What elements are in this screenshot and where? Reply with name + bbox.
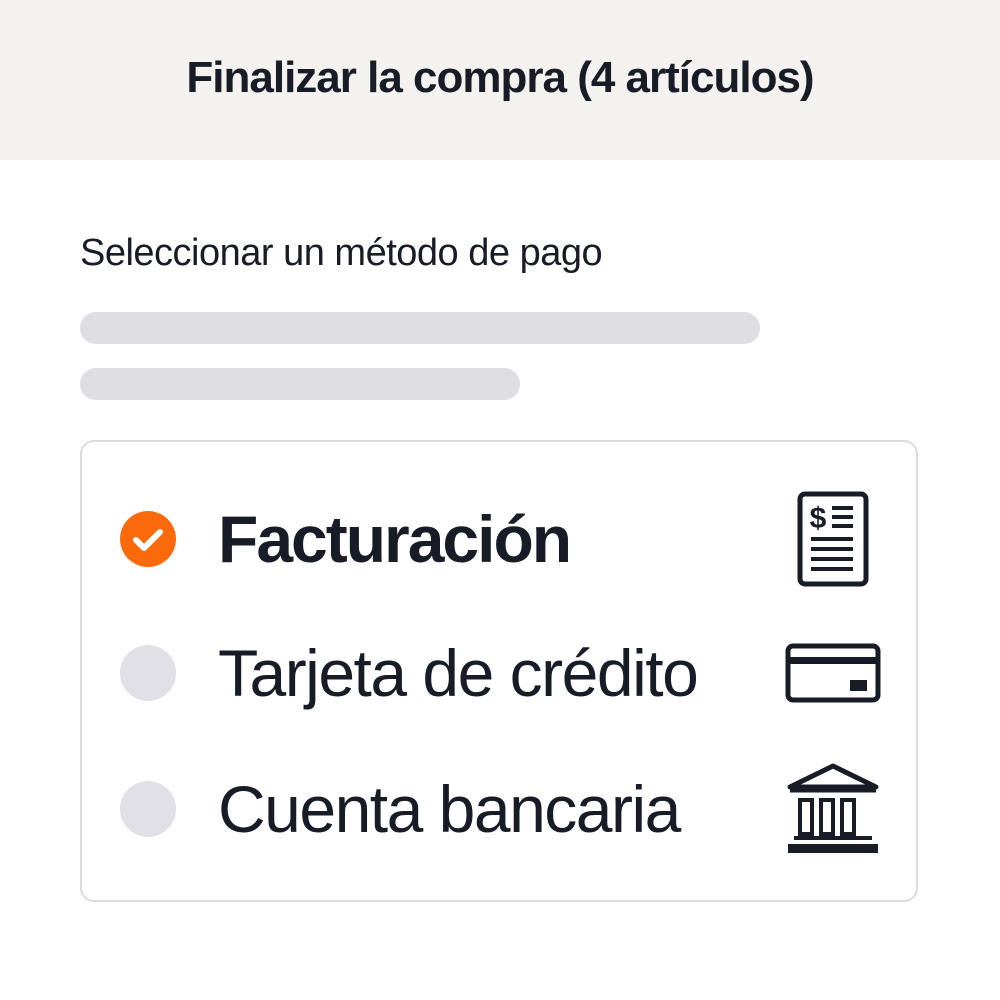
checkmark-icon	[133, 529, 163, 551]
payment-option-bank-account[interactable]: Cuenta bancaria	[82, 754, 916, 864]
credit-card-icon	[778, 618, 888, 728]
placeholder-line	[80, 368, 520, 400]
radio-selected[interactable]	[120, 511, 176, 567]
payment-options-card: Facturación $ Tarjeta de crédito Cuenta …	[80, 440, 918, 902]
invoice-icon: $	[778, 484, 888, 594]
bank-icon	[778, 754, 888, 864]
payment-option-credit-card[interactable]: Tarjeta de crédito	[82, 618, 916, 728]
radio-unselected[interactable]	[120, 645, 176, 701]
payment-method-heading: Seleccionar un método de pago	[80, 232, 603, 274]
page-header: Finalizar la compra (4 artículos)	[0, 0, 1000, 160]
radio-unselected[interactable]	[120, 781, 176, 837]
payment-option-label: Tarjeta de crédito	[218, 636, 699, 710]
page-title: Finalizar la compra (4 artículos)	[186, 53, 814, 102]
payment-option-invoice[interactable]: Facturación $	[82, 484, 916, 594]
payment-option-label: Cuenta bancaria	[218, 772, 681, 846]
svg-text:$: $	[810, 502, 827, 535]
placeholder-line	[80, 312, 760, 344]
payment-option-label: Facturación	[218, 502, 572, 576]
